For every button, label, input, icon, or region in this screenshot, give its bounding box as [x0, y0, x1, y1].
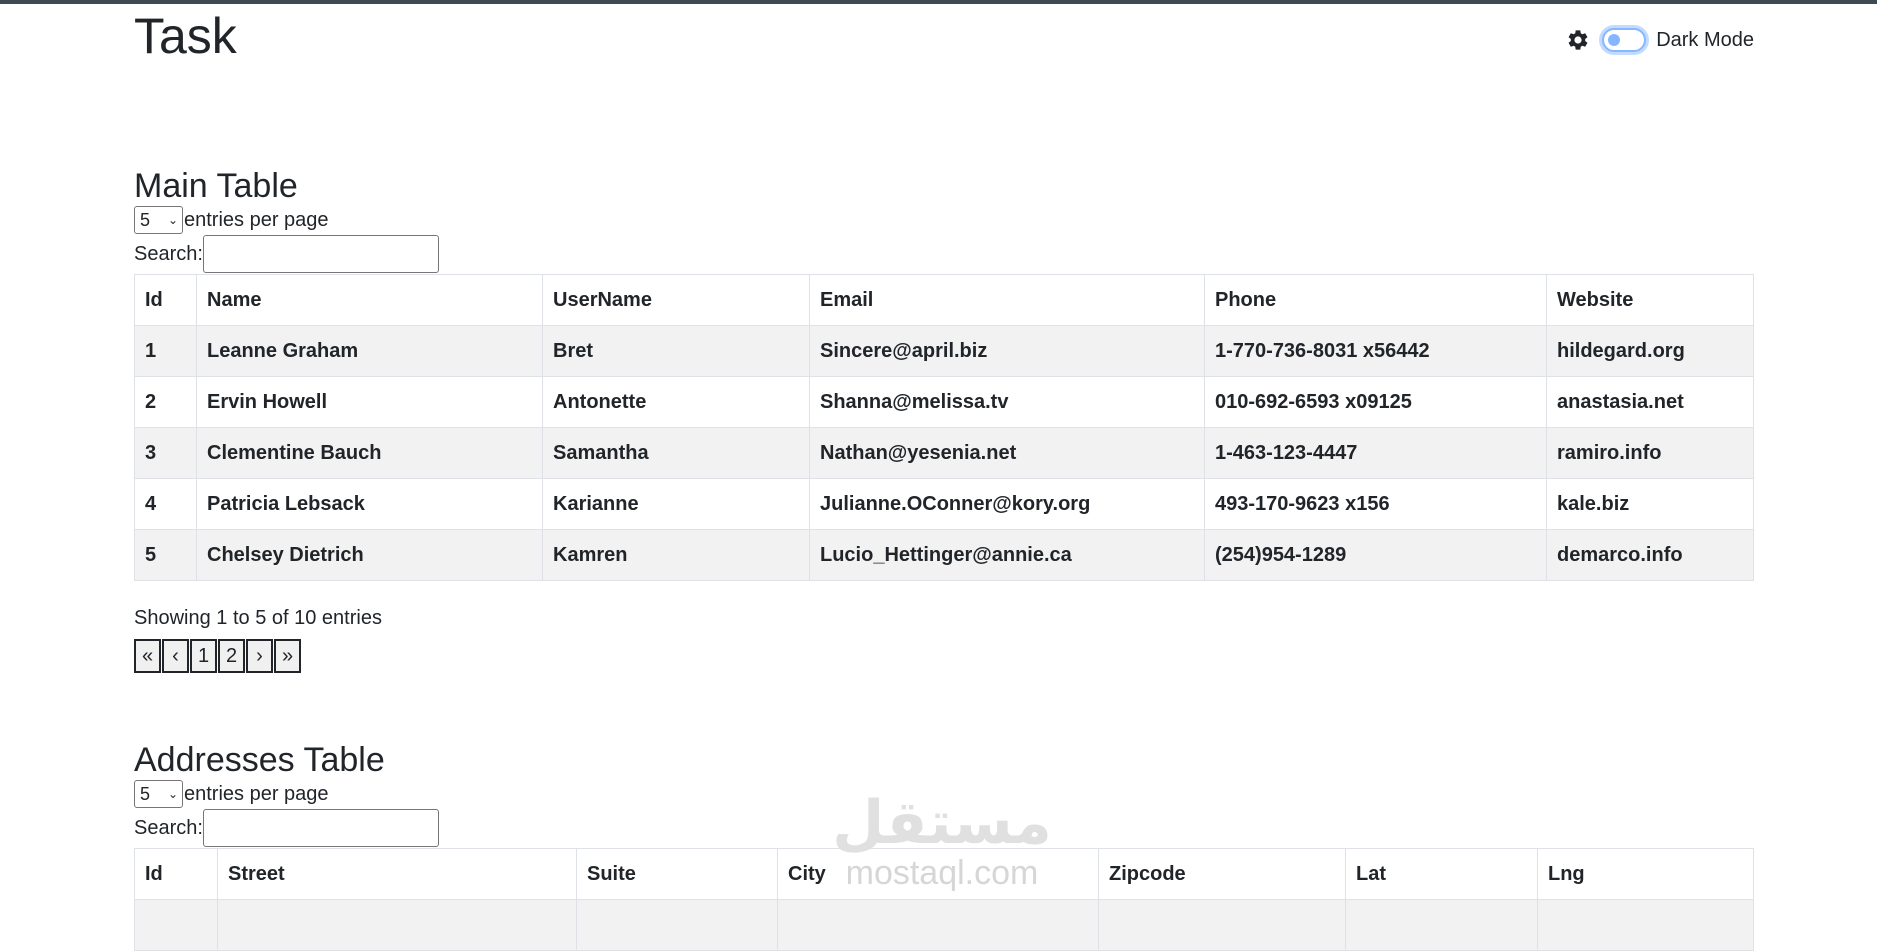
table-row: 1 Leanne Graham Bret Sincere@april.biz 1… — [134, 325, 1754, 377]
addresses-table-title: Addresses Table — [134, 741, 385, 779]
table-row: 2 Ervin Howell Antonette Shanna@melissa.… — [134, 376, 1754, 428]
cell-phone: 493-170-9623 x156 — [1204, 478, 1547, 530]
cell-email: Nathan@yesenia.net — [809, 427, 1205, 479]
cell-id: 4 — [134, 478, 197, 530]
main-search-input[interactable] — [202, 235, 439, 273]
page-first-button[interactable]: « — [134, 639, 161, 673]
main-table-section: Main Table 5 ⌄ entries per page Search: … — [134, 166, 1754, 673]
table-row: 4 Patricia Lebsack Karianne Julianne.OCo… — [134, 478, 1754, 530]
addr-entries-label: entries per page — [184, 782, 329, 805]
cell-name: Patricia Lebsack — [196, 478, 543, 530]
addr-entries-value: 5 — [140, 783, 151, 804]
col-username[interactable]: UserName — [542, 274, 810, 326]
cell-website: ramiro.info — [1546, 427, 1754, 479]
col-phone[interactable]: Phone — [1204, 274, 1547, 326]
cell-website: demarco.info — [1546, 529, 1754, 581]
page-container: Task Dark Mode Main Table 5 ⌄ entries pe… — [134, 0, 1754, 951]
cell-username: Kamren — [542, 529, 810, 581]
page-last-button[interactable]: » — [274, 639, 301, 673]
chevron-down-icon: ⌄ — [167, 213, 178, 227]
cell-id: 1 — [134, 325, 197, 377]
toggle-knob — [1608, 34, 1621, 46]
page-prev-button[interactable]: ‹ — [162, 639, 189, 673]
dark-mode-toggle[interactable] — [1602, 28, 1647, 52]
main-entries-value: 5 — [140, 209, 151, 230]
chevron-down-icon: ⌄ — [167, 787, 178, 801]
main-entries-label: entries per page — [184, 208, 329, 231]
main-pagination: « ‹ 1 2 › » — [134, 639, 1754, 673]
watermark-arabic: مستقل — [832, 789, 1052, 856]
main-table-title: Main Table — [134, 167, 298, 205]
addr-search-input[interactable] — [202, 809, 439, 847]
cell-empty — [1345, 899, 1538, 951]
main-table-header-row: Id Name UserName Email Phone Website — [134, 274, 1754, 326]
cell-website: hildegard.org — [1546, 325, 1754, 377]
cell-username: Bret — [542, 325, 810, 377]
main-search-row: Search: — [134, 234, 1754, 274]
col-lng[interactable]: Lng — [1537, 848, 1754, 900]
cell-id: 5 — [134, 529, 197, 581]
table-row: 5 Chelsey Dietrich Kamren Lucio_Hettinge… — [134, 529, 1754, 581]
page-next-button[interactable]: › — [246, 639, 273, 673]
cell-id: 2 — [134, 376, 197, 428]
cell-phone: 1-770-736-8031 x56442 — [1204, 325, 1547, 377]
page-1-button[interactable]: 1 — [190, 639, 217, 673]
cell-email: Julianne.OConner@kory.org — [809, 478, 1205, 530]
addr-entries-select[interactable]: 5 ⌄ — [134, 780, 183, 808]
cell-empty — [217, 899, 577, 951]
main-table: Id Name UserName Email Phone Website 1 L… — [134, 274, 1754, 581]
table-row: 3 Clementine Bauch Samantha Nathan@yesen… — [134, 427, 1754, 479]
watermark-latin: mostaql.com — [845, 854, 1039, 892]
theme-controls: Dark Mode — [1566, 26, 1754, 54]
page-2-button[interactable]: 2 — [218, 639, 245, 673]
cell-empty — [1098, 899, 1346, 951]
cell-name: Ervin Howell — [196, 376, 543, 428]
cell-email: Shanna@melissa.tv — [809, 376, 1205, 428]
cell-phone: 010-692-6593 x09125 — [1204, 376, 1547, 428]
cell-name: Leanne Graham — [196, 325, 543, 377]
cell-name: Chelsey Dietrich — [196, 529, 543, 581]
col-suite[interactable]: Suite — [576, 848, 778, 900]
col-zipcode[interactable]: Zipcode — [1098, 848, 1346, 900]
cell-empty — [777, 899, 1099, 951]
addr-search-label: Search: — [134, 816, 203, 839]
cell-website: kale.biz — [1546, 478, 1754, 530]
col-id[interactable]: Id — [134, 848, 218, 900]
page-header: Task Dark Mode — [134, 0, 1754, 70]
cell-username: Samantha — [542, 427, 810, 479]
page-title: Task — [134, 8, 237, 64]
cell-empty — [1537, 899, 1754, 951]
cell-empty — [134, 899, 218, 951]
col-name[interactable]: Name — [196, 274, 543, 326]
main-table-info: Showing 1 to 5 of 10 entries — [134, 607, 382, 629]
main-search-label: Search: — [134, 242, 203, 265]
col-website[interactable]: Website — [1546, 274, 1754, 326]
cell-phone: 1-463-123-4447 — [1204, 427, 1547, 479]
cell-website: anastasia.net — [1546, 376, 1754, 428]
gear-icon — [1568, 30, 1588, 50]
col-lat[interactable]: Lat — [1345, 848, 1538, 900]
main-entries-row: 5 ⌄ entries per page — [134, 206, 1754, 234]
col-street[interactable]: Street — [217, 848, 577, 900]
cell-id: 3 — [134, 427, 197, 479]
cell-username: Antonette — [542, 376, 810, 428]
cell-phone: (254)954-1289 — [1204, 529, 1547, 581]
cell-username: Karianne — [542, 478, 810, 530]
col-email[interactable]: Email — [809, 274, 1205, 326]
table-row — [134, 899, 1754, 951]
cell-email: Lucio_Hettinger@annie.ca — [809, 529, 1205, 581]
watermark-logo: مستقل mostaql.com — [822, 789, 1062, 892]
cell-email: Sincere@april.biz — [809, 325, 1205, 377]
main-entries-select[interactable]: 5 ⌄ — [134, 206, 183, 234]
col-id[interactable]: Id — [134, 274, 197, 326]
dark-mode-label[interactable]: Dark Mode — [1656, 29, 1754, 52]
cell-empty — [576, 899, 778, 951]
cell-name: Clementine Bauch — [196, 427, 543, 479]
